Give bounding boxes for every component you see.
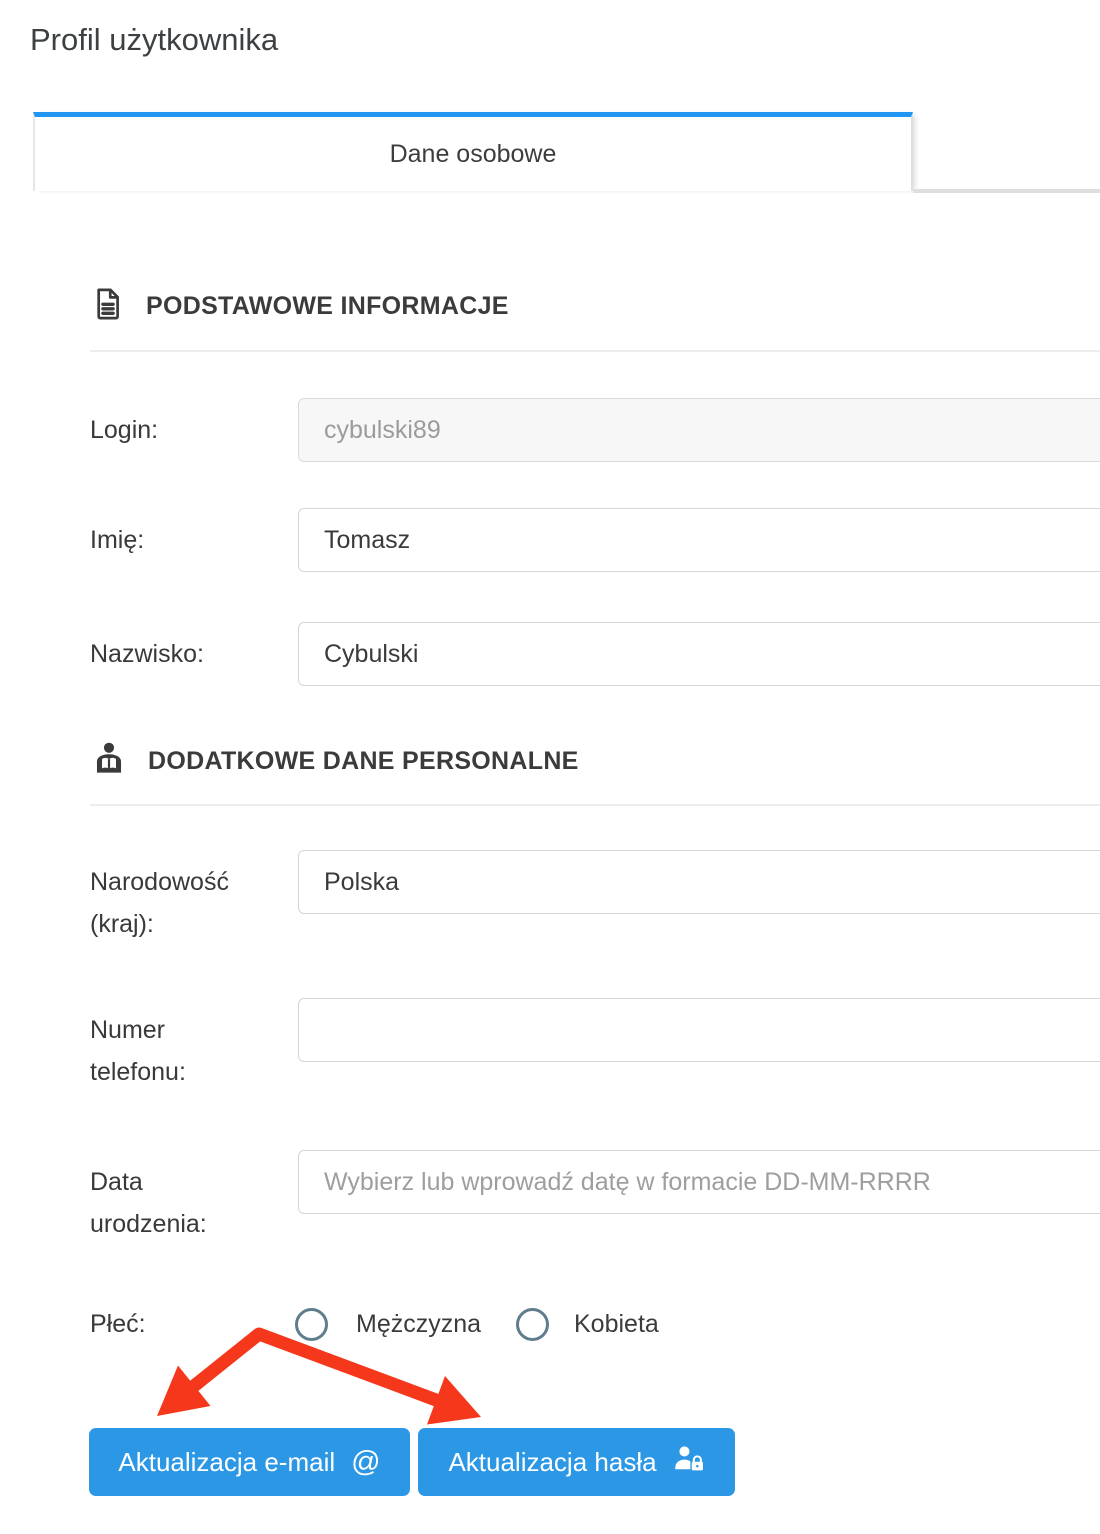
divider xyxy=(90,804,1100,806)
tab-dane-osobowe[interactable]: Dane osobowe xyxy=(33,112,913,191)
field-row-gender: Płeć: Mężczyzna Kobieta xyxy=(90,1308,1100,1342)
phone-field[interactable] xyxy=(298,998,1100,1062)
section-basic-info: PODSTAWOWE INFORMACJE xyxy=(90,286,509,327)
login-label: Login: xyxy=(90,409,265,451)
field-row-last-name: Nazwisko: xyxy=(90,622,1100,686)
first-name-label: Imię: xyxy=(90,519,265,561)
radio-female[interactable] xyxy=(516,1308,549,1341)
arrowhead-left xyxy=(157,1366,211,1417)
last-name-label: Nazwisko: xyxy=(90,633,265,675)
radio-male[interactable] xyxy=(295,1308,328,1341)
section-additional-data: DODATKOWE DANE PERSONALNE xyxy=(90,740,579,783)
person-lock-icon xyxy=(673,1445,705,1480)
phone-label: Numer telefonu: xyxy=(90,1009,265,1093)
field-row-birth-date: Data urodzenia: xyxy=(90,1150,1100,1214)
tab-label: Dane osobowe xyxy=(390,140,557,169)
field-row-first-name: Imię: xyxy=(90,508,1100,572)
divider xyxy=(90,350,1100,352)
gender-label: Płeć: xyxy=(90,1308,146,1341)
document-icon xyxy=(90,286,126,327)
radio-female-label: Kobieta xyxy=(574,1308,659,1341)
section-title: DODATKOWE DANE PERSONALNE xyxy=(148,747,579,776)
update-email-button[interactable]: Aktualizacja e-mail @ xyxy=(89,1428,410,1496)
last-name-field[interactable] xyxy=(298,622,1100,686)
field-row-phone: Numer telefonu: xyxy=(90,998,1100,1062)
first-name-field[interactable] xyxy=(298,508,1100,572)
field-row-nationality: Narodowość (kraj): xyxy=(90,850,1100,914)
at-icon: @ xyxy=(351,1448,380,1477)
update-email-label: Aktualizacja e-mail xyxy=(118,1447,335,1478)
birth-date-label: Data urodzenia: xyxy=(90,1161,265,1245)
section-title: PODSTAWOWE INFORMACJE xyxy=(146,292,509,321)
update-password-button[interactable]: Aktualizacja hasła xyxy=(418,1428,735,1496)
nationality-field[interactable] xyxy=(298,850,1100,914)
login-field xyxy=(298,398,1100,462)
tabbar-bottom-border xyxy=(913,189,1100,193)
update-password-label: Aktualizacja hasła xyxy=(448,1447,656,1478)
arrowhead-right xyxy=(427,1376,481,1425)
page-title: Profil użytkownika xyxy=(30,22,278,58)
radio-male-label: Mężczyzna xyxy=(356,1308,481,1341)
field-row-login: Login: xyxy=(90,398,1100,462)
person-reading-icon xyxy=(90,740,128,783)
nationality-label: Narodowość (kraj): xyxy=(90,861,265,945)
birth-date-field[interactable] xyxy=(298,1150,1100,1214)
